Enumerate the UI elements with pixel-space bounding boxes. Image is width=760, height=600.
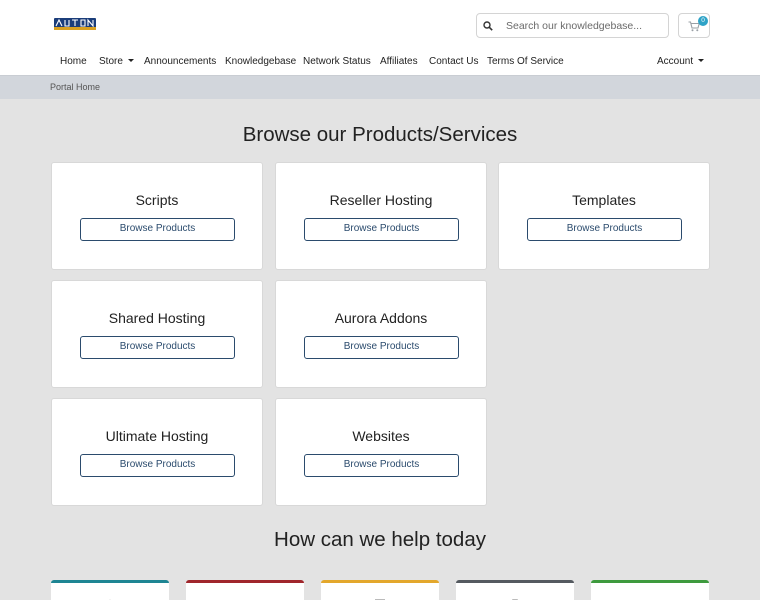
nav-contact-us[interactable]: Contact Us [429,56,478,67]
browse-products-button[interactable]: Browse Products [527,218,682,241]
nav-terms-of-service[interactable]: Terms Of Service [487,56,564,67]
product-card-title: Ultimate Hosting [105,428,209,444]
browse-products-button[interactable]: Browse Products [304,218,459,241]
cart-button[interactable]: 0 [678,13,710,38]
nav-home[interactable]: Home [60,56,87,67]
product-card-title: Websites [352,428,410,444]
search-icon [477,14,499,37]
browse-products-button[interactable]: Browse Products [80,336,235,359]
nav-network-status[interactable]: Network Status [303,56,371,67]
nav-store[interactable]: Store [99,56,134,67]
search-input[interactable] [499,19,659,32]
help-card-downloads[interactable] [456,580,574,600]
cart-count-badge: 0 [698,16,708,26]
breadcrumb-current[interactable]: Portal Home [50,82,100,92]
product-card-websites: Websites Browse Products [275,398,487,506]
browse-products-button[interactable]: Browse Products [80,454,235,477]
site-logo[interactable] [54,16,96,32]
help-card-announcements[interactable] [51,580,169,600]
chevron-down-icon [698,59,705,62]
browse-products-button[interactable]: Browse Products [304,336,459,359]
breadcrumb: Portal Home [0,75,760,99]
product-card-reseller-hosting: Reseller Hosting Browse Products [275,162,487,270]
product-card-shared-hosting: Shared Hosting Browse Products [51,280,263,388]
nav-knowledgebase[interactable]: Knowledgebase [225,56,296,67]
nav-account-label: Account [657,56,694,67]
browse-products-button[interactable]: Browse Products [80,218,235,241]
product-card-scripts: Scripts Browse Products [51,162,263,270]
nav-account[interactable]: Account [657,56,705,67]
main-nav: Home Store Announcements Knowledgebase N… [0,50,760,75]
chevron-down-icon [127,59,134,62]
product-card-templates: Templates Browse Products [498,162,710,270]
product-card-title: Shared Hosting [108,310,206,326]
nav-affiliates[interactable]: Affiliates [380,56,418,67]
product-card-title: Reseller Hosting [329,192,433,208]
help-card-knowledgebase[interactable] [321,580,439,600]
nav-announcements[interactable]: Announcements [144,56,216,67]
main-content: Browse our Products/Services Scripts Bro… [0,99,760,600]
browse-products-button[interactable]: Browse Products [304,454,459,477]
product-card-aurora-addons: Aurora Addons Browse Products [275,280,487,388]
products-section-title: Browse our Products/Services [242,123,518,146]
product-card-title: Scripts [135,192,179,208]
product-card-ultimate-hosting: Ultimate Hosting Browse Products [51,398,263,506]
help-card-support[interactable] [591,580,709,600]
help-card-server-status[interactable] [186,580,304,600]
product-card-title: Templates [572,192,636,208]
product-card-title: Aurora Addons [334,310,428,326]
header: 0 [0,0,760,50]
help-section-title: How can we help today [274,528,486,551]
nav-store-label: Store [99,56,123,67]
search-box[interactable] [476,13,669,38]
